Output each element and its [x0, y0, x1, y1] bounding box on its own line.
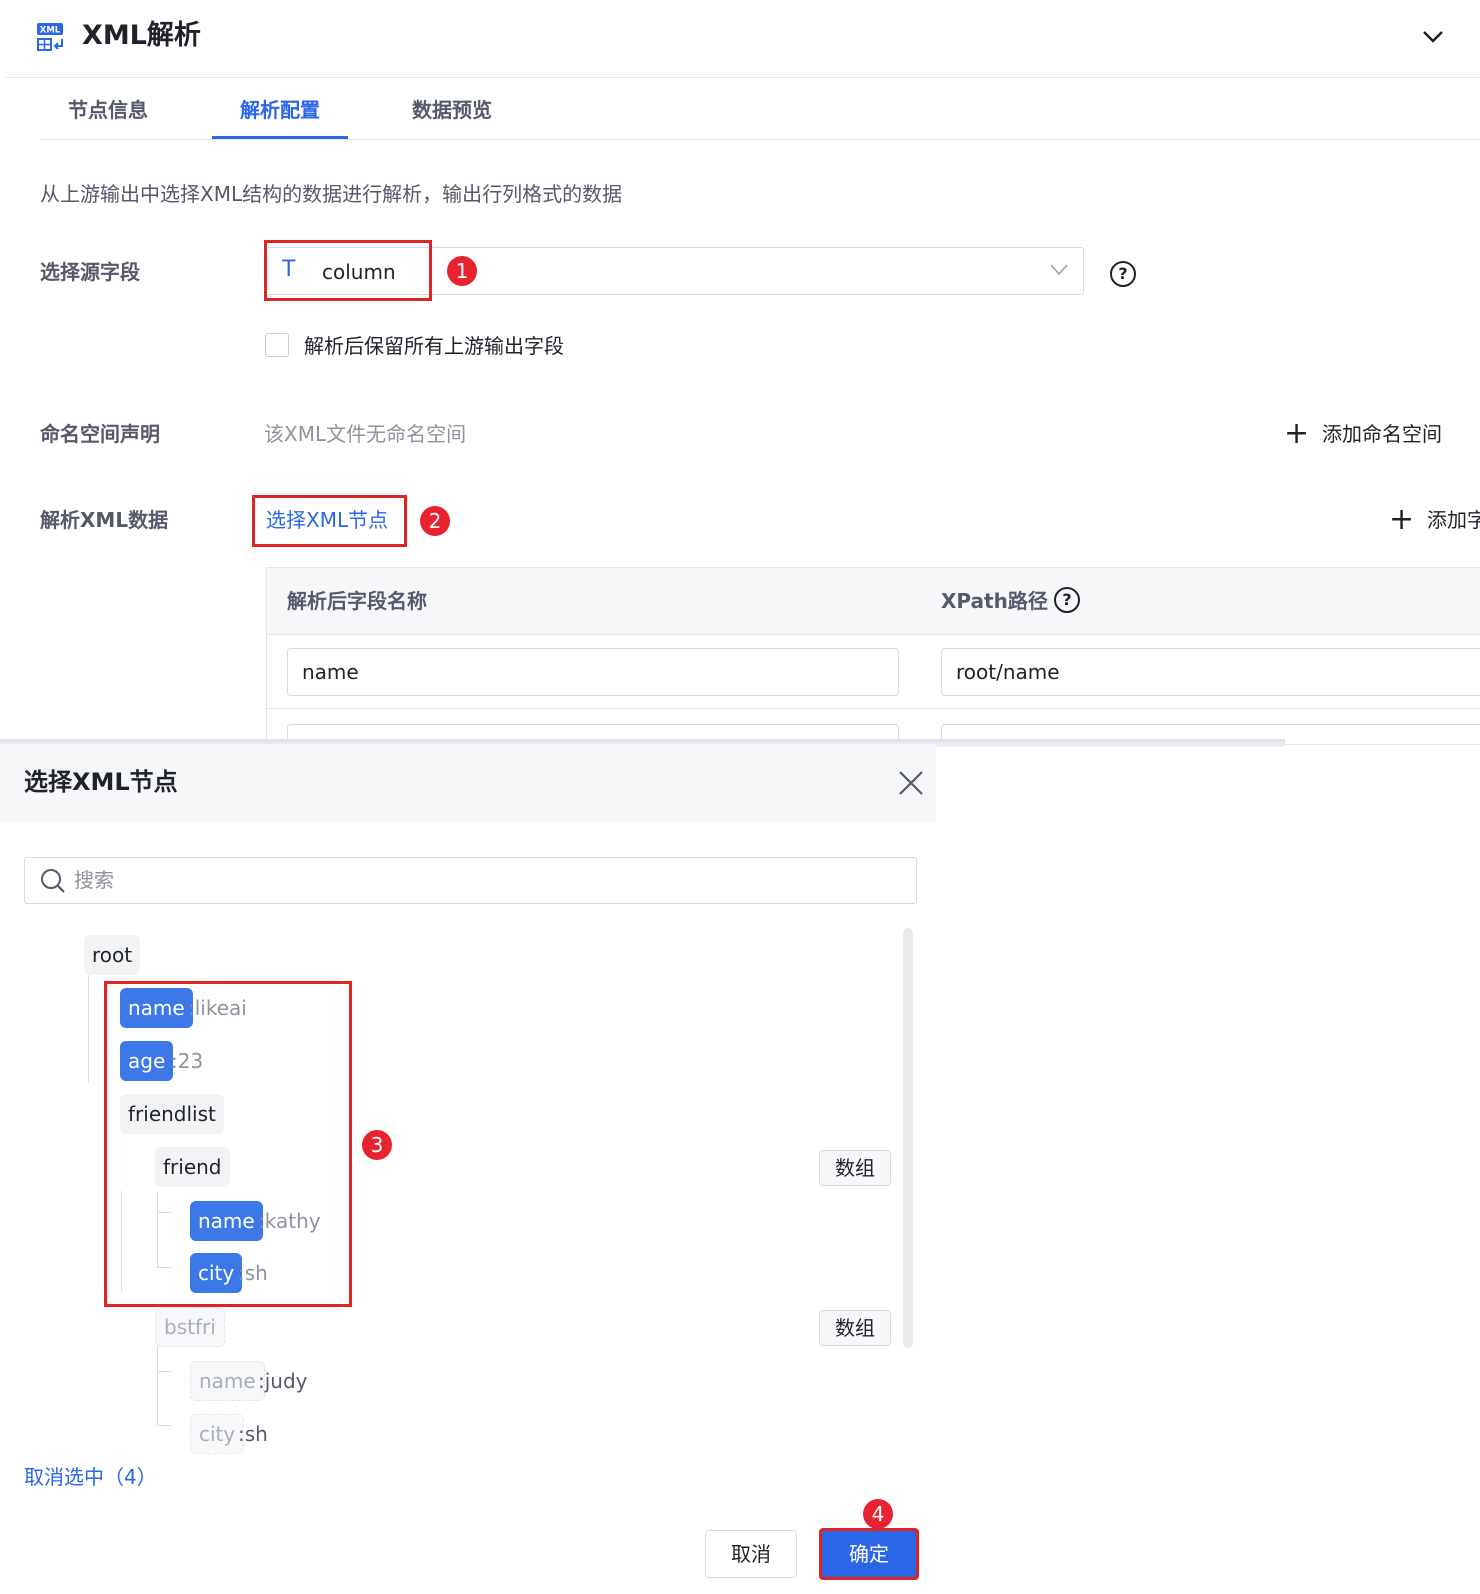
annotation-badge-3: 3 [362, 1130, 392, 1160]
namespace-empty-text: 该XML文件无命名空间 [264, 422, 467, 446]
tab-parse-config[interactable]: 解析配置 [240, 96, 320, 124]
tree-line [157, 1341, 158, 1426]
annotation-badge-1: 1 [447, 256, 477, 286]
tab-node-info[interactable]: 节点信息 [68, 96, 148, 124]
header-divider [6, 77, 1480, 78]
scrollbar[interactable] [903, 928, 913, 1348]
select-arrow-icon[interactable] [1048, 262, 1070, 278]
add-field-button[interactable]: 添加字 [1427, 506, 1480, 534]
deselect-link[interactable]: 取消选中（4） [24, 1463, 157, 1491]
description-text: 从上游输出中选择XML结构的数据进行解析，输出行列格式的数据 [40, 182, 623, 206]
annotation-badge-4: 4 [863, 1499, 893, 1529]
annotation-box-1 [264, 240, 432, 301]
tree-node-bstfri-name-value: :judy [258, 1369, 308, 1393]
page-title: XML解析 [82, 20, 201, 51]
search-icon [41, 869, 65, 893]
keep-fields-checkbox[interactable] [265, 333, 289, 357]
annotation-box-3 [104, 981, 352, 1307]
tree-node-bstfri-city[interactable]: city [190, 1414, 245, 1454]
help-icon[interactable]: ? [1110, 261, 1136, 287]
dialog-title: 选择XML节点 [24, 768, 178, 796]
xpath-input[interactable]: root/name [941, 648, 1480, 696]
confirm-button[interactable]: 确定 [819, 1528, 919, 1580]
array-button[interactable]: 数组 [819, 1310, 891, 1346]
close-icon[interactable] [898, 770, 924, 796]
annotation-badge-2: 2 [420, 506, 450, 536]
annotation-box-2 [252, 495, 407, 547]
tree-node-bstfri-name[interactable]: name [190, 1361, 265, 1401]
xml-icon: XML [37, 23, 63, 51]
add-namespace-button[interactable]: 添加命名空间 [1322, 420, 1442, 448]
array-button[interactable]: 数组 [819, 1150, 891, 1186]
tree-line [88, 975, 89, 1083]
tree-line [157, 1425, 171, 1426]
namespace-label: 命名空间声明 [40, 422, 160, 446]
column-header-xpath: XPath路径 [941, 589, 1048, 613]
add-icon[interactable]: + [1284, 419, 1309, 449]
tree-node-bstfri-city-value: :sh [238, 1422, 268, 1446]
tabs-divider [40, 139, 1480, 140]
chevron-down-icon[interactable] [1422, 28, 1444, 44]
search-input[interactable] [24, 857, 917, 904]
keep-fields-label[interactable]: 解析后保留所有上游输出字段 [304, 332, 564, 360]
xpath-help-icon[interactable]: ? [1054, 587, 1080, 613]
tree-line [157, 1371, 171, 1372]
tree-node-bstfri[interactable]: bstfri [155, 1307, 225, 1347]
field-name-input[interactable]: name [287, 648, 899, 696]
tab-data-preview[interactable]: 数据预览 [412, 96, 492, 124]
svg-text:XML: XML [40, 26, 61, 36]
search-placeholder: 搜索 [74, 868, 114, 892]
column-header-field-name: 解析后字段名称 [287, 589, 427, 613]
source-field-label: 选择源字段 [40, 260, 140, 284]
tree-node-root[interactable]: root [84, 935, 141, 975]
parse-xml-label: 解析XML数据 [40, 508, 169, 532]
add-field-icon[interactable]: + [1389, 505, 1414, 535]
table-row-divider [267, 708, 1480, 709]
cancel-button[interactable]: 取消 [705, 1530, 797, 1578]
table-header [267, 568, 1480, 635]
